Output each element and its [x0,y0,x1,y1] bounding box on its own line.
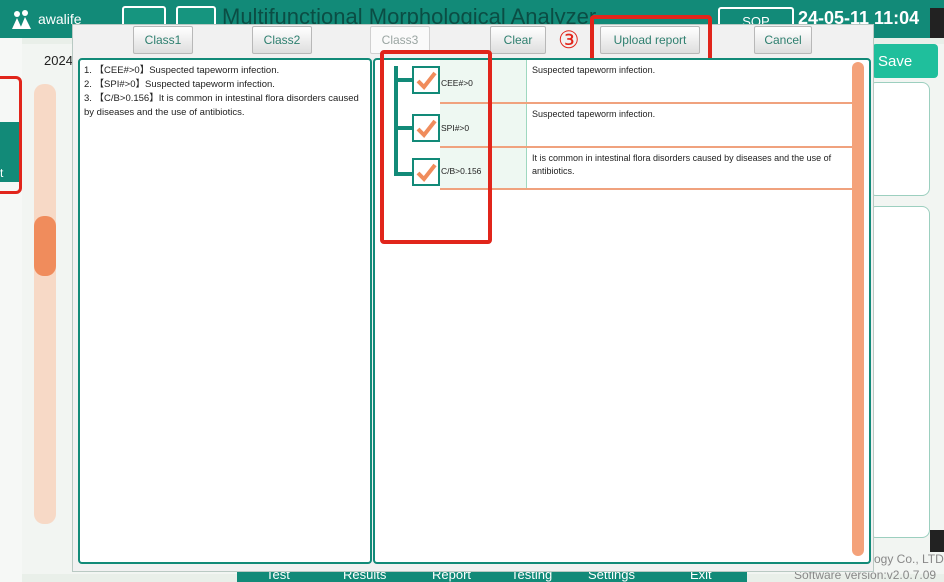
settings-icon[interactable] [930,8,944,38]
rule-description: Suspected tapeworm infection. [532,65,656,75]
step-marker: ③ [558,27,580,54]
tab-class2[interactable]: Class2 [252,26,312,54]
expand-icon[interactable] [930,530,944,552]
report-line: 1. 【CEE#>0】Suspected tapeworm infection. [84,65,280,76]
report-list: 1. 【CEE#>0】Suspected tapeworm infection.… [84,64,366,120]
rule-description: It is common in intestinal flora disorde… [532,153,832,176]
clear-button[interactable]: Clear [490,26,546,54]
left-highlight-box [0,76,22,194]
rule-row[interactable]: Suspected tapeworm infection. [440,104,852,148]
right-info-card [868,82,930,196]
checkbox-highlight-box [380,50,492,244]
report-preview: 1. 【CEE#>0】Suspected tapeworm infection.… [78,58,372,564]
tab-class1[interactable]: Class1 [133,26,193,54]
rule-list-scrollbar[interactable] [852,62,864,556]
sample-date: 2024 [44,53,73,68]
save-button[interactable]: Save [872,44,938,78]
rule-description: Suspected tapeworm infection. [532,109,656,119]
rule-row[interactable]: It is common in intestinal flora disorde… [440,148,852,190]
family-logo-icon [12,10,31,29]
scrollbar-track[interactable] [34,84,56,524]
report-line: 3. 【C/B>0.156】It is common in intestinal… [84,93,359,118]
rule-row[interactable]: Suspected tapeworm infection. [440,60,852,104]
cancel-button[interactable]: Cancel [754,26,812,54]
right-info-card-2 [868,206,930,538]
scrollbar-thumb[interactable] [34,216,56,276]
report-line: 2. 【SPI#>0】Suspected tapeworm infection. [84,79,275,90]
company-name: ogy Co., LTD [874,552,944,566]
